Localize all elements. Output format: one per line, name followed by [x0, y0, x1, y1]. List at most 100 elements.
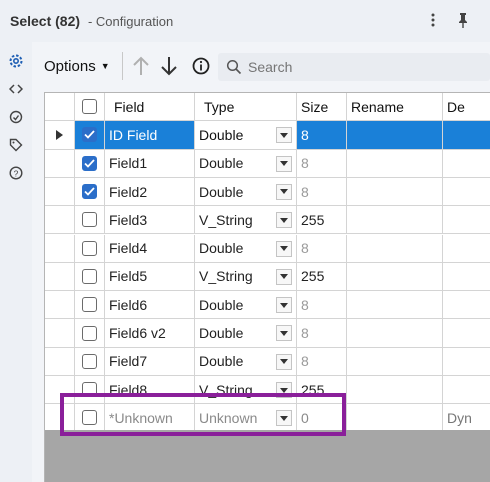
type-dropdown-icon[interactable]	[276, 353, 292, 370]
size-cell[interactable]: 8	[297, 319, 347, 348]
info-icon[interactable]	[190, 55, 212, 77]
description-cell[interactable]: Dyn	[443, 404, 490, 433]
description-cell[interactable]	[443, 348, 490, 376]
pin-icon[interactable]	[452, 8, 474, 32]
type-dropdown-icon[interactable]	[276, 297, 292, 314]
row-checkbox[interactable]	[82, 297, 97, 313]
type-cell[interactable]: Double	[195, 234, 297, 263]
column-header-rename[interactable]: Rename	[347, 93, 443, 122]
description-cell[interactable]	[443, 206, 490, 235]
table-row[interactable]: Field3 V_String 255	[45, 206, 490, 235]
description-cell[interactable]	[443, 376, 490, 405]
type-cell[interactable]: Double	[195, 347, 297, 376]
field-name-cell[interactable]: Field6	[105, 291, 195, 320]
field-name-cell[interactable]: Field1	[105, 149, 195, 178]
field-name-cell[interactable]: *Unknown	[105, 404, 195, 433]
size-cell[interactable]: 8	[297, 347, 347, 376]
type-cell[interactable]: Double	[195, 319, 297, 348]
type-dropdown-icon[interactable]	[276, 382, 292, 398]
row-indicator[interactable]	[45, 149, 75, 178]
column-header-description[interactable]: De	[443, 93, 490, 122]
row-indicator[interactable]	[45, 121, 75, 150]
arrow-down-icon[interactable]	[158, 55, 180, 77]
table-row[interactable]: Field6 v2 Double 8	[45, 319, 490, 348]
size-cell[interactable]: 255	[297, 206, 347, 235]
field-name-cell[interactable]: Field6 v2	[105, 319, 195, 348]
rename-cell[interactable]	[347, 376, 443, 405]
rename-cell[interactable]	[347, 404, 443, 433]
table-row[interactable]: Field5 V_String 255	[45, 262, 490, 292]
row-checkbox[interactable]	[82, 410, 97, 426]
rename-cell[interactable]	[347, 234, 443, 263]
more-options-icon[interactable]	[422, 8, 444, 32]
row-checkbox-cell[interactable]	[75, 291, 105, 320]
type-dropdown-icon[interactable]	[276, 410, 292, 427]
row-indicator[interactable]	[45, 291, 75, 320]
description-cell[interactable]	[443, 319, 490, 348]
code-icon[interactable]	[7, 80, 25, 98]
description-cell[interactable]	[443, 235, 490, 263]
type-cell[interactable]: Double	[195, 149, 297, 178]
row-checkbox-cell[interactable]	[75, 347, 105, 376]
row-checkbox-cell[interactable]	[75, 404, 105, 433]
select-all-checkbox[interactable]	[82, 99, 97, 115]
column-header-field[interactable]: Field	[105, 93, 195, 122]
rename-cell[interactable]	[347, 121, 443, 150]
field-name-cell[interactable]: Field3	[105, 206, 195, 235]
type-cell[interactable]: Double	[195, 291, 297, 320]
row-checkbox[interactable]	[82, 325, 97, 341]
row-checkbox-cell[interactable]	[75, 376, 105, 405]
description-cell[interactable]	[443, 263, 490, 292]
row-indicator[interactable]	[45, 262, 75, 292]
table-row[interactable]: ID Field Double 8	[45, 121, 490, 150]
options-dropdown[interactable]: Options ▼	[44, 54, 110, 78]
description-cell[interactable]	[443, 178, 490, 207]
tag-icon[interactable]	[7, 136, 25, 154]
row-indicator[interactable]	[45, 376, 75, 405]
row-indicator[interactable]	[45, 404, 75, 433]
size-cell[interactable]: 8	[297, 121, 347, 150]
type-dropdown-icon[interactable]	[276, 183, 292, 200]
unknown-field-row[interactable]: *Unknown Unknown 0 Dyn	[45, 404, 490, 433]
rename-cell[interactable]	[347, 319, 443, 348]
rename-cell[interactable]	[347, 149, 443, 178]
rename-cell[interactable]	[347, 262, 443, 292]
column-header-type[interactable]: Type	[195, 93, 297, 122]
type-cell[interactable]: Double	[195, 121, 297, 150]
size-cell[interactable]: 8	[297, 177, 347, 207]
row-checkbox-cell[interactable]	[75, 121, 105, 150]
type-cell[interactable]: Double	[195, 177, 297, 207]
table-row[interactable]: Field1 Double 8	[45, 149, 490, 178]
field-name-cell[interactable]: ID Field	[105, 121, 195, 150]
select-all-checkbox-cell[interactable]	[75, 93, 105, 122]
type-cell[interactable]: V_String	[195, 262, 297, 292]
size-cell[interactable]: 8	[297, 291, 347, 320]
type-cell[interactable]: Unknown	[195, 404, 297, 433]
table-row[interactable]: Field7 Double 8	[45, 347, 490, 376]
type-cell[interactable]: V_String	[195, 206, 297, 235]
size-cell[interactable]: 0	[297, 404, 347, 433]
row-checkbox-cell[interactable]	[75, 177, 105, 207]
type-dropdown-icon[interactable]	[276, 325, 292, 342]
row-checkbox[interactable]	[82, 184, 97, 200]
search-box[interactable]	[218, 53, 490, 81]
table-row[interactable]: Field8 V_String 255	[45, 376, 490, 405]
row-checkbox-cell[interactable]	[75, 206, 105, 235]
row-checkbox-cell[interactable]	[75, 234, 105, 263]
row-indicator[interactable]	[45, 177, 75, 207]
size-cell[interactable]: 255	[297, 376, 347, 405]
arrow-up-icon[interactable]	[130, 55, 152, 77]
type-dropdown-icon[interactable]	[276, 127, 292, 144]
size-cell[interactable]: 255	[297, 262, 347, 292]
row-indicator[interactable]	[45, 347, 75, 376]
description-cell[interactable]	[443, 291, 490, 320]
row-checkbox[interactable]	[82, 382, 97, 398]
row-checkbox[interactable]	[82, 353, 97, 369]
size-cell[interactable]: 8	[297, 234, 347, 263]
type-dropdown-icon[interactable]	[276, 155, 292, 172]
table-row[interactable]: Field4 Double 8	[45, 234, 490, 263]
type-dropdown-icon[interactable]	[276, 240, 292, 257]
rename-cell[interactable]	[347, 177, 443, 207]
field-name-cell[interactable]: Field5	[105, 262, 195, 292]
help-icon[interactable]: ?	[7, 164, 25, 182]
